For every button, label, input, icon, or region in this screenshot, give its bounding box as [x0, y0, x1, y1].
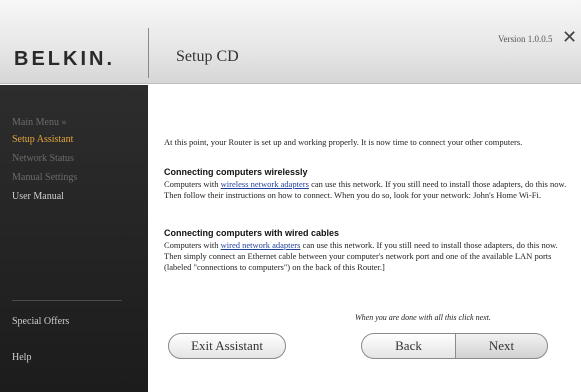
next-hint: When you are done with all this click ne… — [355, 313, 491, 322]
wireless-adapters-link[interactable]: wireless network adapters — [221, 179, 309, 189]
sidebar-item-manual-settings[interactable]: Manual Settings — [12, 172, 77, 184]
intro-text: At this point, your Router is set up and… — [164, 137, 523, 147]
sidebar-item-main-menu[interactable]: Main Menu » — [12, 117, 66, 129]
exit-assistant-button[interactable]: Exit Assistant — [168, 333, 286, 359]
close-icon[interactable]: ✕ — [561, 28, 578, 48]
belkin-logo: BELKIN. — [14, 48, 115, 70]
app-header: BELKIN. Setup CD Version 1.0.0.5 ✕ — [0, 0, 581, 84]
header-divider — [148, 28, 149, 78]
sidebar-item-user-manual[interactable]: User Manual — [12, 191, 64, 203]
page-title: Setup CD — [176, 48, 239, 65]
sidebar-divider — [12, 300, 122, 301]
wired-adapters-link[interactable]: wired network adapters — [221, 240, 301, 250]
sidebar-item-help[interactable]: Help — [12, 352, 31, 364]
wireless-paragraph: Computers with wireless network adapters… — [164, 179, 576, 201]
wireless-heading: Connecting computers wirelessly — [164, 167, 308, 177]
wired-text-before: Computers with — [164, 240, 221, 250]
wired-paragraph: Computers with wired network adapters ca… — [164, 240, 576, 273]
wired-heading: Connecting computers with wired cables — [164, 228, 340, 238]
sidebar: Main Menu » Setup Assistant Network Stat… — [0, 85, 148, 392]
version-label: Version 1.0.0.5 — [498, 34, 553, 44]
sidebar-item-setup-assistant[interactable]: Setup Assistant — [12, 134, 73, 146]
next-button[interactable]: Next — [455, 333, 548, 359]
sidebar-item-network-status[interactable]: Network Status — [12, 153, 74, 165]
back-button[interactable]: Back — [361, 333, 455, 359]
sidebar-item-special-offers[interactable]: Special Offers — [12, 316, 69, 328]
wireless-text-before: Computers with — [164, 179, 221, 189]
